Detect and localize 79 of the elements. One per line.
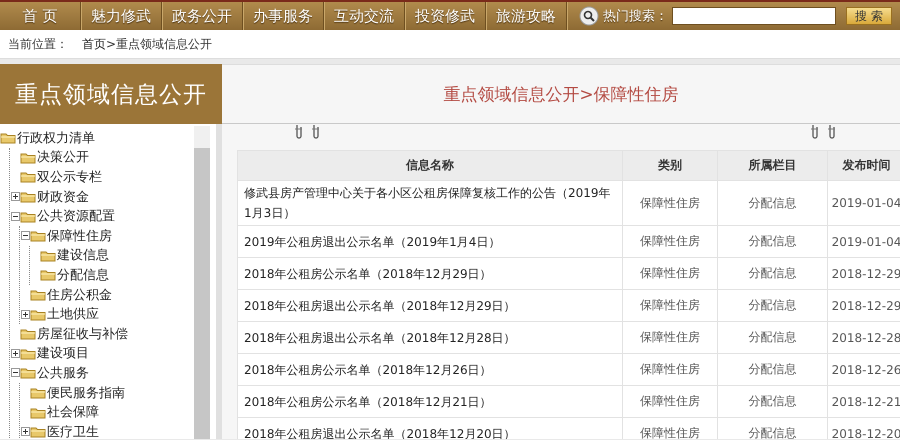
folder-icon (30, 386, 46, 400)
tree-item[interactable]: 医疗卫生 (47, 422, 99, 439)
table-link[interactable]: 2019年公租房退出公示名单（2019年1月4日） (238, 226, 622, 258)
table-cell: 分配信息 (718, 290, 828, 322)
breadcrumb-label: 当前位置： (8, 36, 68, 52)
collapse-icon[interactable] (10, 212, 20, 221)
tree-item[interactable]: 财政资金 (37, 188, 89, 206)
paperclip-icon (827, 124, 836, 140)
folder-icon (40, 248, 56, 262)
table-cell: 分配信息 (718, 354, 828, 386)
table-link[interactable]: 修武县房产管理中心关于各小区公租房保障复核工作的公告（2019年1月3日） (238, 180, 622, 226)
tree-item[interactable]: 社会保障 (47, 403, 99, 422)
table-cell: 分配信息 (718, 258, 828, 290)
expand-icon[interactable] (20, 427, 30, 436)
breadcrumb-current: 重点领域信息公开 (116, 36, 212, 52)
folder-icon (40, 268, 56, 282)
tree-item[interactable]: 分配信息 (57, 266, 109, 284)
column-header: 信息名称 (238, 150, 622, 180)
table-cell: 保障性住房 (622, 180, 718, 226)
expand-icon[interactable] (10, 348, 20, 358)
folder-icon (0, 131, 16, 144)
tree-item[interactable]: 便民服务指南 (47, 384, 125, 402)
column-header: 发布时间 (828, 150, 900, 180)
table-cell: 保障性住房 (622, 386, 718, 418)
table-cell: 保障性住房 (622, 226, 718, 258)
sidebar-title: 重点领域信息公开 (15, 80, 207, 110)
folder-icon (20, 170, 36, 184)
table-link[interactable]: 2018年公租房公示名单（2018年12月21日） (238, 386, 622, 418)
tree-item[interactable]: 公共资源配置 (37, 207, 115, 226)
scrollbar[interactable] (194, 126, 210, 439)
column-header: 类别 (622, 150, 718, 180)
folder-icon (30, 288, 46, 302)
table-cell: 分配信息 (718, 226, 828, 258)
table-cell: 保障性住房 (622, 290, 718, 322)
table-cell: 分配信息 (718, 386, 828, 418)
table-cell: 保障性住房 (622, 322, 718, 354)
folder-icon (30, 406, 46, 419)
folder-icon (20, 327, 36, 340)
tree-item[interactable]: 住房公积金 (47, 286, 112, 304)
tree-item[interactable]: 保障性住房 (47, 226, 112, 245)
table-cell: 保障性住房 (622, 354, 718, 386)
tree-item[interactable]: 房屋征收与补偿 (37, 324, 128, 343)
paperclip-icon (810, 124, 819, 140)
table-link[interactable]: 2018年公租房退出公示名单（2018年12月29日） (238, 290, 622, 322)
table-link[interactable]: 2018年公租房公示名单（2018年12月29日） (238, 258, 622, 290)
tree-item[interactable]: 建设信息 (57, 246, 109, 264)
collapse-icon[interactable] (10, 368, 20, 378)
paperclip-icon (294, 124, 303, 140)
tree-item[interactable]: 双公示专栏 (37, 168, 102, 186)
tree-item[interactable]: 土地供应 (47, 305, 99, 324)
folder-icon (20, 150, 36, 164)
folder-icon (20, 210, 36, 223)
search-label: 热门搜索： (603, 8, 668, 25)
tree-item[interactable]: 建设项目 (37, 344, 89, 362)
search-button[interactable]: 搜 索 (846, 7, 892, 25)
table-link[interactable]: 2018年公租房退出公示名单（2018年12月28日） (238, 322, 622, 354)
folder-icon (30, 425, 46, 438)
search-field[interactable] (672, 7, 836, 25)
table-cell: 保障性住房 (622, 258, 718, 290)
table-link[interactable]: 2018年公租房公示名单（2018年12月26日） (238, 354, 622, 386)
table-cell: 分配信息 (718, 180, 828, 226)
folder-icon (20, 346, 36, 360)
folder-icon (20, 366, 36, 380)
paperclip-icon (311, 124, 320, 140)
folder-icon (20, 190, 36, 204)
folder-icon (30, 308, 46, 321)
folder-icon (30, 229, 46, 242)
content-title: 重点领域信息公开>保障性住房 (443, 84, 679, 106)
table-cell: 分配信息 (718, 322, 828, 354)
expand-icon[interactable] (20, 310, 30, 319)
column-header: 所属栏目 (718, 150, 828, 180)
tree-item[interactable]: 公共服务 (37, 364, 89, 382)
search-icon (579, 6, 599, 26)
expand-icon[interactable] (10, 192, 20, 202)
tree-item[interactable]: 决策公开 (37, 148, 89, 166)
separator-text: > (106, 37, 116, 51)
tree-item[interactable]: 行政权力清单 (17, 128, 95, 147)
breadcrumb-link[interactable]: 首页 (82, 36, 106, 52)
collapse-icon[interactable] (20, 231, 30, 240)
